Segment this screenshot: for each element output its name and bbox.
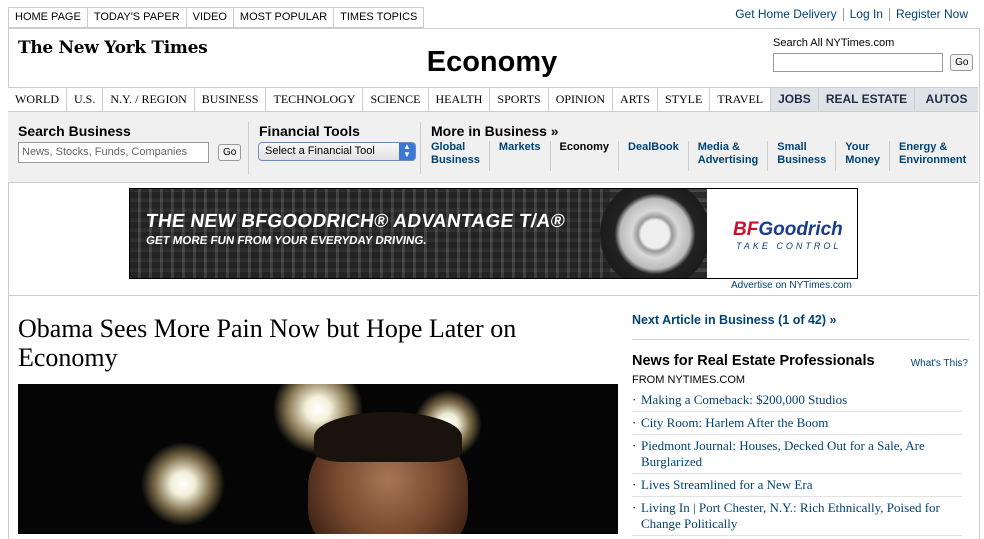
- real-estate-heading: News for Real Estate Professionals: [632, 353, 875, 369]
- nav-style[interactable]: STYLE: [658, 88, 711, 111]
- photo-subject-hair: [314, 412, 462, 462]
- link-global-business[interactable]: Global Business: [431, 141, 490, 171]
- search-business-title: Search Business: [18, 123, 131, 139]
- tab-video[interactable]: VIDEO: [185, 7, 233, 28]
- link-economy[interactable]: Economy: [560, 141, 620, 171]
- bullet-icon: ·: [632, 438, 637, 453]
- bullet-icon: ·: [632, 392, 637, 407]
- nav-travel[interactable]: TRAVEL: [710, 88, 772, 111]
- nav-business[interactable]: BUSINESS: [195, 88, 267, 111]
- tab-todays-paper[interactable]: TODAY'S PAPER: [86, 7, 186, 28]
- bullet-icon: ·: [632, 477, 637, 492]
- financial-tools-title: Financial Tools: [259, 123, 360, 139]
- nav-ny-region[interactable]: N.Y. / REGION: [103, 88, 195, 111]
- link-dealbook[interactable]: DealBook: [628, 141, 689, 171]
- nav-science[interactable]: SCIENCE: [363, 88, 429, 111]
- financial-tool-select-value: Select a Financial Tool: [265, 145, 375, 157]
- search-all-go-button[interactable]: Go: [950, 54, 974, 72]
- nav-autos[interactable]: AUTOS: [915, 88, 978, 111]
- list-item[interactable]: · City Room: Harlem After the Boom: [632, 415, 962, 435]
- link-your-money[interactable]: Your Money: [845, 141, 891, 171]
- top-navigation: HOME PAGE TODAY'S PAPER VIDEO MOST POPUL…: [8, 7, 425, 28]
- select-arrows-icon: ▲ ▼: [399, 143, 415, 160]
- tab-times-topics[interactable]: TIMES TOPICS: [333, 7, 425, 28]
- bullet-icon: ·: [632, 500, 637, 515]
- whats-this-link[interactable]: What's This?: [911, 358, 968, 369]
- nav-opinion[interactable]: OPINION: [549, 88, 614, 111]
- content-separator: [8, 295, 978, 296]
- article-headline: Obama Sees More Pain Now but Hope Later …: [18, 314, 517, 372]
- list-item[interactable]: · Piedmont Journal: Houses, Decked Out fo…: [632, 438, 962, 474]
- nav-real-estate[interactable]: REAL ESTATE: [818, 88, 916, 111]
- business-toolbar: Search Business News, Stocks, Funds, Com…: [8, 112, 978, 183]
- list-item[interactable]: · Making a Comeback: $200,000 Studios: [632, 392, 962, 412]
- list-item[interactable]: · Lives Streamlined for a New Era: [632, 477, 962, 497]
- utility-links: Get Home Delivery Log In Register Now: [729, 8, 974, 21]
- nav-arts[interactable]: ARTS: [613, 88, 658, 111]
- link-small-business[interactable]: Small Business: [777, 141, 837, 171]
- register-now-link[interactable]: Register Now: [888, 8, 974, 21]
- bfgoodrich-logo: BFGoodrich TAKE CONTROL: [707, 189, 857, 278]
- section-navigation: WORLD U.S. N.Y. / REGION BUSINESS TECHNO…: [8, 87, 978, 112]
- tire-tread-graphic: [130, 189, 610, 278]
- next-article-link[interactable]: Next Article in Business (1 of 42) »: [632, 313, 836, 327]
- from-label: FROM NYTIMES.COM: [632, 374, 746, 386]
- more-in-business-links: Global Business Markets Economy DealBook …: [431, 141, 984, 171]
- search-business-input[interactable]: News, Stocks, Funds, Companies: [18, 142, 209, 163]
- tab-home-page[interactable]: HOME PAGE: [8, 7, 87, 28]
- bullet-icon: ·: [632, 415, 637, 430]
- nav-technology[interactable]: TECHNOLOGY: [266, 88, 364, 111]
- get-home-delivery-link[interactable]: Get Home Delivery: [729, 8, 842, 21]
- more-in-business-title[interactable]: More in Business »: [431, 123, 559, 139]
- divider: [248, 122, 249, 174]
- nav-us[interactable]: U.S.: [67, 88, 104, 111]
- link-markets[interactable]: Markets: [499, 141, 551, 171]
- advertise-link[interactable]: Advertise on NYTimes.com: [731, 280, 852, 291]
- nav-jobs[interactable]: JOBS: [771, 88, 819, 111]
- tire-wheel-graphic: [600, 189, 710, 278]
- link-energy-environment[interactable]: Energy & Environment: [899, 141, 975, 171]
- link-media-advertising[interactable]: Media & Advertising: [698, 141, 769, 171]
- ad-subline: GET MORE FUN FROM YOUR EVERYDAY DRIVING.: [145, 235, 428, 247]
- real-estate-list: · Making a Comeback: $200,000 Studios · Ci…: [632, 392, 962, 539]
- search-all-input[interactable]: [773, 53, 943, 72]
- financial-tool-select[interactable]: Select a Financial Tool ▲ ▼: [258, 142, 416, 161]
- tab-most-popular[interactable]: MOST POPULAR: [232, 7, 334, 28]
- rail-separator: [632, 339, 969, 340]
- log-in-link[interactable]: Log In: [842, 8, 889, 21]
- search-business-go-button[interactable]: Go: [218, 144, 242, 161]
- article-photo: [18, 384, 618, 534]
- bfgoodrich-ad-banner[interactable]: THE NEW BFGOODRICH® ADVANTAGE T/A® GET M…: [129, 188, 858, 279]
- nav-world[interactable]: WORLD: [8, 88, 67, 111]
- nav-health[interactable]: HEALTH: [429, 88, 491, 111]
- search-all-box: Search All NYTimes.com Go: [773, 37, 974, 72]
- search-all-label: Search All NYTimes.com: [773, 37, 895, 49]
- list-item[interactable]: · Living In | Port Chester, N.Y.: Rich Et…: [632, 500, 962, 536]
- divider: [420, 122, 421, 174]
- nav-sports[interactable]: SPORTS: [490, 88, 549, 111]
- ad-headline: THE NEW BFGOODRICH® ADVANTAGE T/A®: [144, 211, 567, 232]
